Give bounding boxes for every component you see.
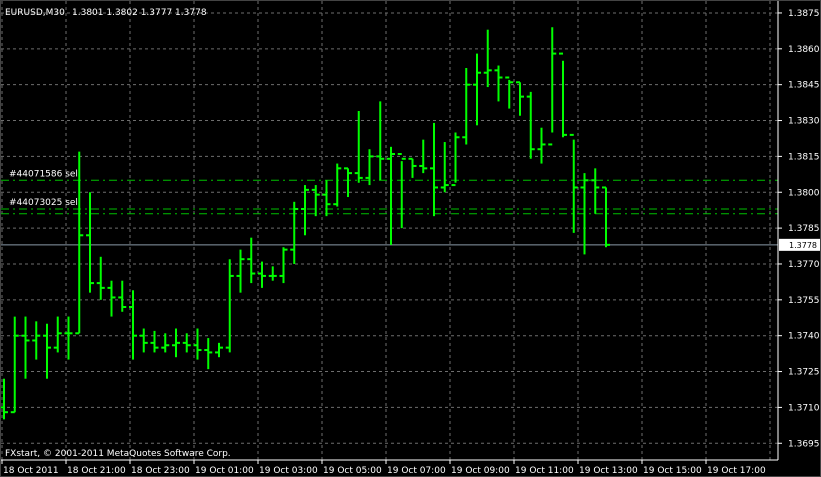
x-tick-label: 18 Oct 2011: [3, 466, 59, 476]
current-price-label: 1.3778: [789, 241, 817, 250]
y-tick-label: 1.3755: [788, 296, 820, 306]
x-tick-label: 19 Oct 07:00: [387, 466, 446, 476]
y-tick-label: 1.3860: [788, 45, 820, 55]
y-tick-label: 1.3800: [788, 188, 820, 198]
y-tick-label: 1.3740: [788, 332, 820, 342]
y-tick-label: 1.3770: [788, 260, 820, 270]
y-tick-label: 1.3725: [788, 368, 820, 378]
y-tick-label: 1.3875: [788, 9, 820, 19]
y-tick-label: 1.3785: [788, 224, 820, 234]
copyright-text: FXstart, © 2001-2011 MetaQuotes Software…: [5, 449, 231, 459]
x-tick-label: 19 Oct 09:00: [451, 466, 510, 476]
chart-background: [0, 0, 821, 477]
x-tick-label: 19 Oct 05:00: [323, 466, 382, 476]
order-label: #44071586 sell: [9, 169, 80, 179]
y-tick-label: 1.3695: [788, 439, 820, 449]
x-tick-label: 19 Oct 15:00: [643, 466, 702, 476]
x-tick-label: 19 Oct 01:00: [195, 466, 254, 476]
x-tick-label: 19 Oct 13:00: [579, 466, 638, 476]
y-tick-label: 1.3845: [788, 81, 820, 91]
x-tick-label: 19 Oct 03:00: [259, 466, 318, 476]
x-tick-label: 19 Oct 17:00: [707, 466, 766, 476]
price-chart[interactable]: #44071586 sell #44073025 sell 1.3875 1.386…: [0, 0, 821, 477]
y-tick-label: 1.3710: [788, 403, 820, 413]
symbol-header: EURUSD,M30: [5, 8, 65, 18]
x-tick-label: 18 Oct 21:00: [67, 466, 126, 476]
current-price-badge: 1.3778: [779, 238, 820, 251]
y-tick-label: 1.3830: [788, 117, 820, 127]
x-tick-label: 19 Oct 11:00: [515, 466, 574, 476]
y-tick-label: 1.3815: [788, 152, 820, 162]
x-tick-label: 18 Oct 23:00: [131, 466, 190, 476]
header-ohlc-values: 1.3801 1.3802 1.3777 1.3778: [72, 8, 207, 18]
order-label: #44073025 sell: [9, 198, 80, 208]
